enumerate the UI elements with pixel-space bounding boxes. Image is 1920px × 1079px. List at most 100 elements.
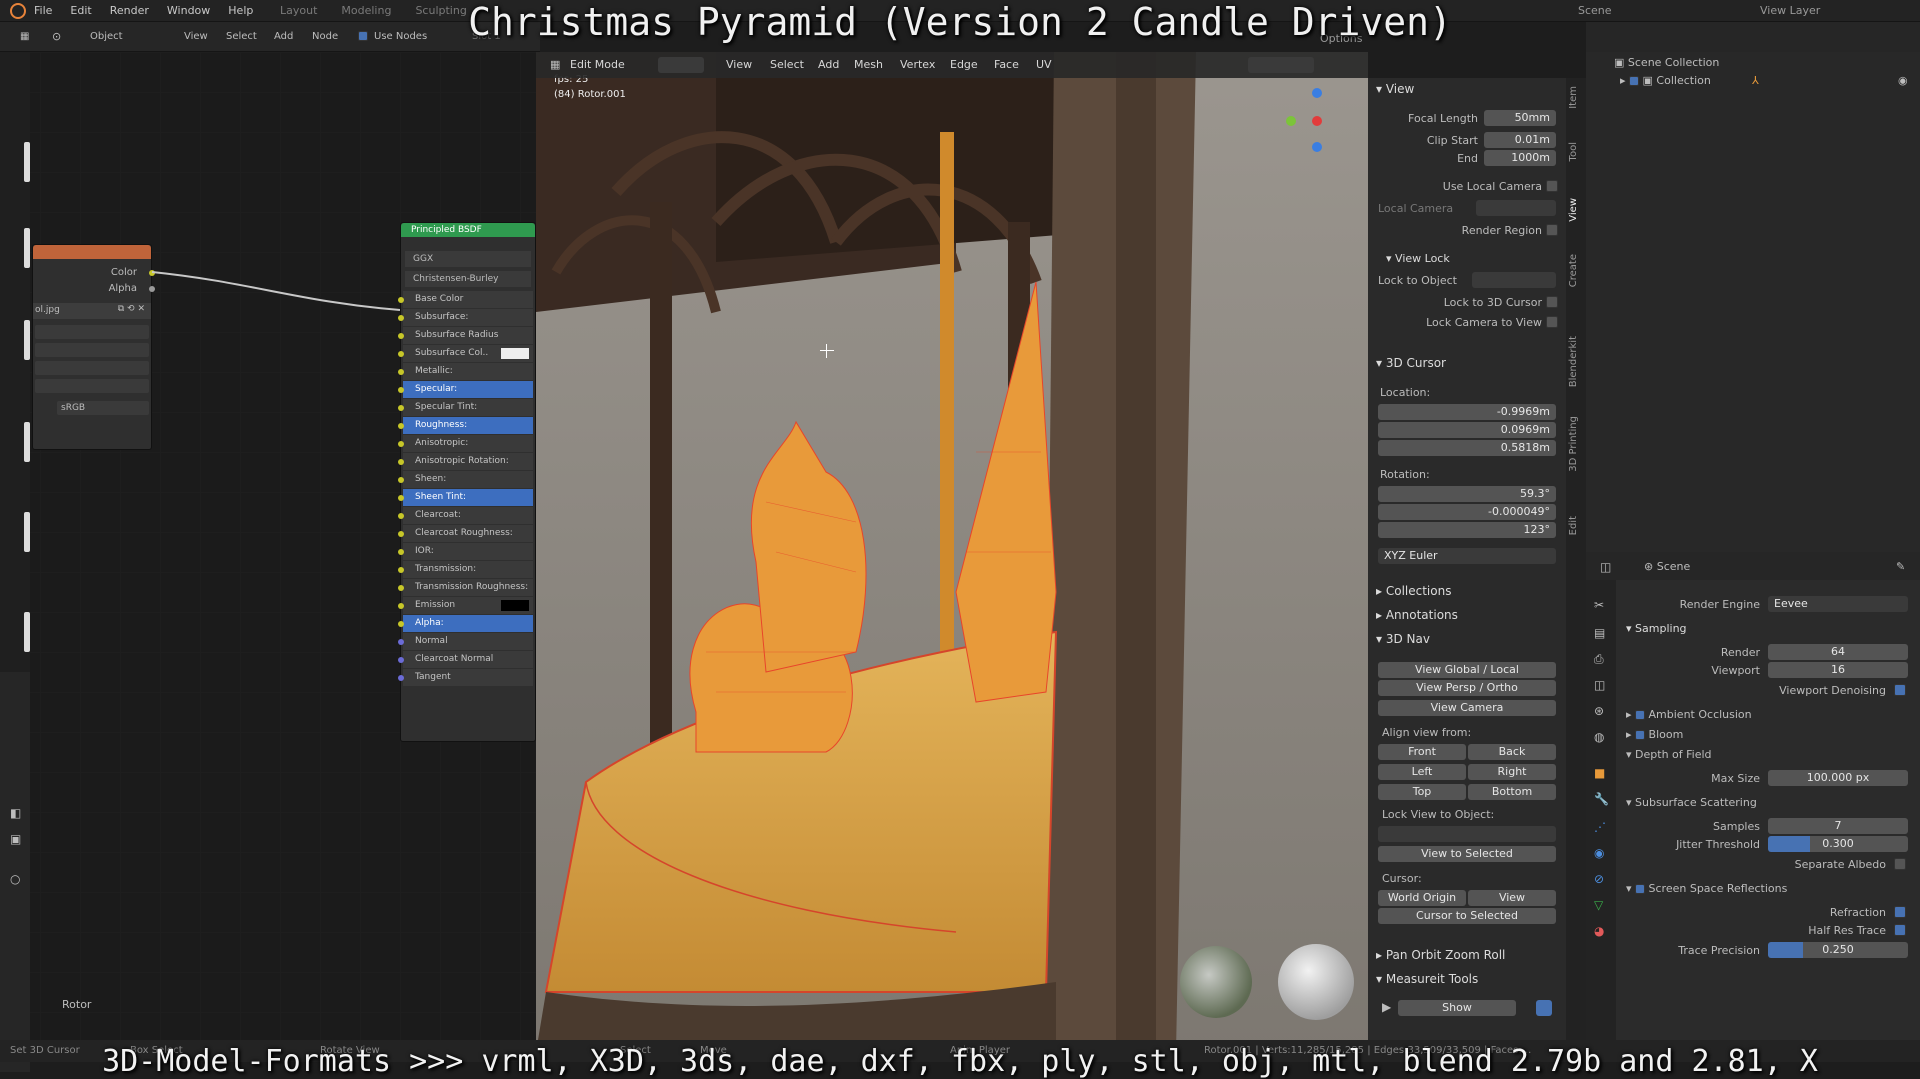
input-socket[interactable] bbox=[398, 459, 404, 465]
render-tab-icon[interactable]: ▤ bbox=[1594, 626, 1605, 640]
editor-type-icon[interactable]: ▦ bbox=[550, 58, 560, 71]
input-socket[interactable] bbox=[398, 297, 404, 303]
menu-file[interactable]: File bbox=[34, 4, 52, 17]
physics-tab-icon[interactable]: ◉ bbox=[1594, 846, 1604, 860]
menu-edge[interactable]: Edge bbox=[950, 58, 978, 71]
use-local-camera-checkbox[interactable] bbox=[1546, 180, 1558, 192]
scene-tab-icon[interactable]: ⊛ bbox=[1594, 704, 1604, 718]
separate-albedo-checkbox[interactable] bbox=[1894, 858, 1906, 870]
y-axis-icon[interactable] bbox=[1286, 116, 1296, 126]
sidebar-tab[interactable]: Edit bbox=[1568, 516, 1579, 535]
menu-view[interactable]: View bbox=[726, 58, 752, 71]
measureit-section-header[interactable]: ▾ Measureit Tools bbox=[1376, 972, 1478, 986]
menu-edit[interactable]: Edit bbox=[70, 4, 91, 17]
menu-window[interactable]: Window bbox=[167, 4, 210, 17]
shading-buttons[interactable] bbox=[1248, 57, 1314, 73]
render-engine-dropdown[interactable]: Eevee bbox=[1768, 596, 1908, 612]
view-layer-tab-icon[interactable]: ◫ bbox=[1594, 678, 1605, 692]
bsdf-input-row[interactable]: Specular: bbox=[398, 381, 533, 398]
lock-view-object-field[interactable] bbox=[1378, 826, 1556, 842]
cursor-location-y[interactable]: 0.0969m bbox=[1378, 422, 1556, 438]
menu-vertex[interactable]: Vertex bbox=[900, 58, 935, 71]
constraints-tab-icon[interactable]: ⊘ bbox=[1594, 872, 1604, 886]
menu-add[interactable]: Add bbox=[818, 58, 839, 71]
lock-camera-checkbox[interactable] bbox=[1546, 316, 1558, 328]
bsdf-input-row[interactable]: Anisotropic Rotation: bbox=[398, 453, 533, 470]
menu-face[interactable]: Face bbox=[994, 58, 1019, 71]
sidebar-tab[interactable]: Blenderkit bbox=[1568, 336, 1579, 387]
data-tab-icon[interactable]: ▽ bbox=[1594, 898, 1603, 912]
half-res-trace-checkbox[interactable] bbox=[1894, 924, 1906, 936]
sss-samples-field[interactable]: 7 bbox=[1768, 818, 1908, 834]
tab-sculpting[interactable]: Sculpting bbox=[415, 4, 466, 17]
input-socket[interactable] bbox=[398, 603, 404, 609]
view-lock-header[interactable]: ▾ View Lock bbox=[1386, 252, 1450, 265]
jitter-threshold-slider[interactable]: 0.300 bbox=[1768, 836, 1908, 852]
input-socket[interactable] bbox=[398, 639, 404, 645]
world-tab-icon[interactable]: ◍ bbox=[1594, 730, 1604, 744]
navigation-gizmo[interactable] bbox=[1276, 72, 1346, 152]
pan-orbit-section-header[interactable]: ▸ Pan Orbit Zoom Roll bbox=[1376, 948, 1505, 962]
back-view-button[interactable]: Back bbox=[1468, 744, 1556, 760]
cursor-rotation-z[interactable]: 123° bbox=[1378, 522, 1556, 538]
cursor-location-x[interactable]: -0.9969m bbox=[1378, 404, 1556, 420]
top-view-button[interactable]: Top bbox=[1378, 784, 1466, 800]
ssr-section-header[interactable]: ▾ Screen Space Reflections bbox=[1626, 882, 1787, 895]
render-samples-field[interactable]: 64 bbox=[1768, 644, 1908, 660]
neg-z-axis-icon[interactable] bbox=[1312, 142, 1322, 152]
sss-section-header[interactable]: ▾ Subsurface Scattering bbox=[1626, 796, 1757, 809]
bsdf-input-row[interactable]: IOR: bbox=[398, 543, 533, 560]
front-view-button[interactable]: Front bbox=[1378, 744, 1466, 760]
bsdf-input-row[interactable]: Metallic: bbox=[398, 363, 533, 380]
bsdf-input-row[interactable]: Transmission Roughness: bbox=[398, 579, 533, 596]
input-socket[interactable] bbox=[398, 549, 404, 555]
input-socket[interactable] bbox=[398, 315, 404, 321]
tab-layout[interactable]: Layout bbox=[280, 4, 317, 17]
collections-section-header[interactable]: ▸ Collections bbox=[1376, 584, 1451, 598]
input-socket[interactable] bbox=[398, 369, 404, 375]
bsdf-input-row[interactable]: Clearcoat: bbox=[398, 507, 533, 524]
menu-select[interactable]: Select bbox=[770, 58, 804, 71]
input-socket[interactable] bbox=[398, 387, 404, 393]
bsdf-input-row[interactable]: Roughness: bbox=[398, 417, 533, 434]
menu-render[interactable]: Render bbox=[110, 4, 149, 17]
color-swatch[interactable] bbox=[501, 600, 529, 611]
input-socket[interactable] bbox=[398, 567, 404, 573]
mode-dropdown[interactable]: Edit Mode bbox=[570, 58, 625, 71]
input-socket[interactable] bbox=[398, 441, 404, 447]
view-global-local-button[interactable]: View Global / Local bbox=[1378, 662, 1556, 678]
viewport-samples-field[interactable]: 16 bbox=[1768, 662, 1908, 678]
bsdf-input-row[interactable]: Subsurface: bbox=[398, 309, 533, 326]
bsdf-input-row[interactable]: Alpha: bbox=[398, 615, 533, 632]
input-socket[interactable] bbox=[398, 657, 404, 663]
tool-tab-icon[interactable]: ✂ bbox=[1594, 598, 1604, 612]
ao-section-header[interactable]: ▸ Ambient Occlusion bbox=[1626, 708, 1752, 721]
menu-node[interactable]: Node bbox=[312, 31, 338, 42]
shader-type-select[interactable]: Object bbox=[90, 31, 123, 42]
bsdf-input-row[interactable]: Transmission: bbox=[398, 561, 533, 578]
menu-add[interactable]: Add bbox=[274, 31, 293, 42]
distribution-dropdown[interactable]: GGX bbox=[405, 251, 531, 267]
refraction-checkbox[interactable] bbox=[1894, 906, 1906, 918]
view-persp-ortho-button[interactable]: View Persp / Ortho bbox=[1378, 680, 1556, 696]
z-axis-icon[interactable] bbox=[1312, 88, 1322, 98]
pin-icon[interactable]: ✎ bbox=[1896, 560, 1905, 573]
left-view-button[interactable]: Left bbox=[1378, 764, 1466, 780]
view-section-header[interactable]: ▾ View bbox=[1376, 82, 1414, 96]
3d-cursor-section-header[interactable]: ▾ 3D Cursor bbox=[1376, 356, 1446, 370]
input-socket[interactable] bbox=[398, 333, 404, 339]
sidebar-tab[interactable]: Create bbox=[1568, 254, 1579, 287]
lock-to-cursor-checkbox[interactable] bbox=[1546, 296, 1558, 308]
input-socket[interactable] bbox=[398, 621, 404, 627]
options-dropdown[interactable]: Options bbox=[1320, 32, 1362, 45]
menu-mesh[interactable]: Mesh bbox=[854, 58, 883, 71]
particles-tab-icon[interactable]: ⋰ bbox=[1594, 820, 1606, 834]
cursor-rotation-y[interactable]: -0.000049° bbox=[1378, 504, 1556, 520]
material-tab-icon[interactable]: ◕ bbox=[1594, 924, 1604, 938]
rotation-mode-dropdown[interactable]: XYZ Euler bbox=[1378, 548, 1556, 564]
x-axis-icon[interactable] bbox=[1312, 116, 1322, 126]
render-region-checkbox[interactable] bbox=[1546, 224, 1558, 236]
modifier-tab-icon[interactable]: 🔧 bbox=[1594, 792, 1609, 806]
clip-end-field[interactable]: 1000m bbox=[1484, 150, 1556, 166]
object-mode-dropdown[interactable]: ⊙ bbox=[52, 30, 61, 43]
